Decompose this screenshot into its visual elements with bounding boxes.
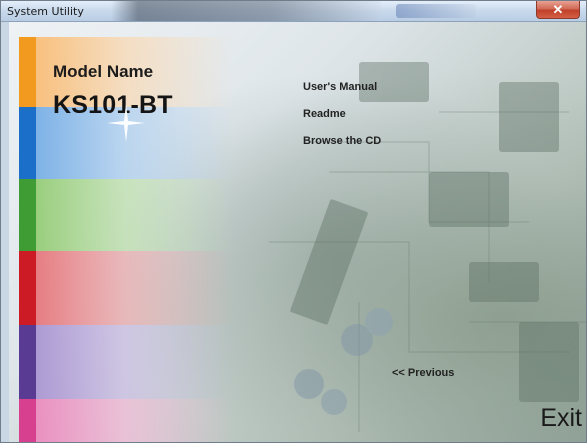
model-name-label: Model Name — [53, 62, 154, 81]
band-bar — [19, 399, 36, 442]
previous-link[interactable]: << Previous — [392, 367, 454, 379]
sparkle-icon — [107, 104, 145, 142]
band-wash — [36, 251, 234, 325]
blurred-background-icon — [396, 4, 476, 18]
band-green — [19, 179, 234, 251]
band-bar — [19, 179, 36, 251]
exit-button[interactable]: Exit — [540, 404, 582, 433]
band-bar — [19, 325, 36, 399]
blurred-background-strip — [111, 1, 381, 21]
title-bar[interactable]: System Utility ✕ — [1, 1, 586, 22]
app-window: System Utility ✕ Model Name KS101-BT Use… — [0, 0, 587, 443]
band-wash — [36, 325, 234, 399]
band-bar — [19, 251, 36, 325]
readme-link[interactable]: Readme — [303, 108, 381, 121]
window-title: System Utility — [7, 5, 84, 18]
close-button[interactable]: ✕ — [536, 1, 580, 19]
band-bar — [19, 107, 36, 179]
band-bar — [19, 37, 36, 107]
content-area: Model Name KS101-BT User's Manual Readme… — [9, 22, 586, 442]
band-wash — [36, 399, 234, 442]
close-icon: ✕ — [552, 2, 564, 17]
browse-cd-link[interactable]: Browse the CD — [303, 135, 381, 148]
band-pink — [19, 399, 234, 442]
band-purple — [19, 325, 234, 399]
menu-links: User's Manual Readme Browse the CD — [303, 81, 381, 162]
users-manual-link[interactable]: User's Manual — [303, 81, 381, 94]
band-red — [19, 251, 234, 325]
band-wash — [36, 179, 234, 251]
